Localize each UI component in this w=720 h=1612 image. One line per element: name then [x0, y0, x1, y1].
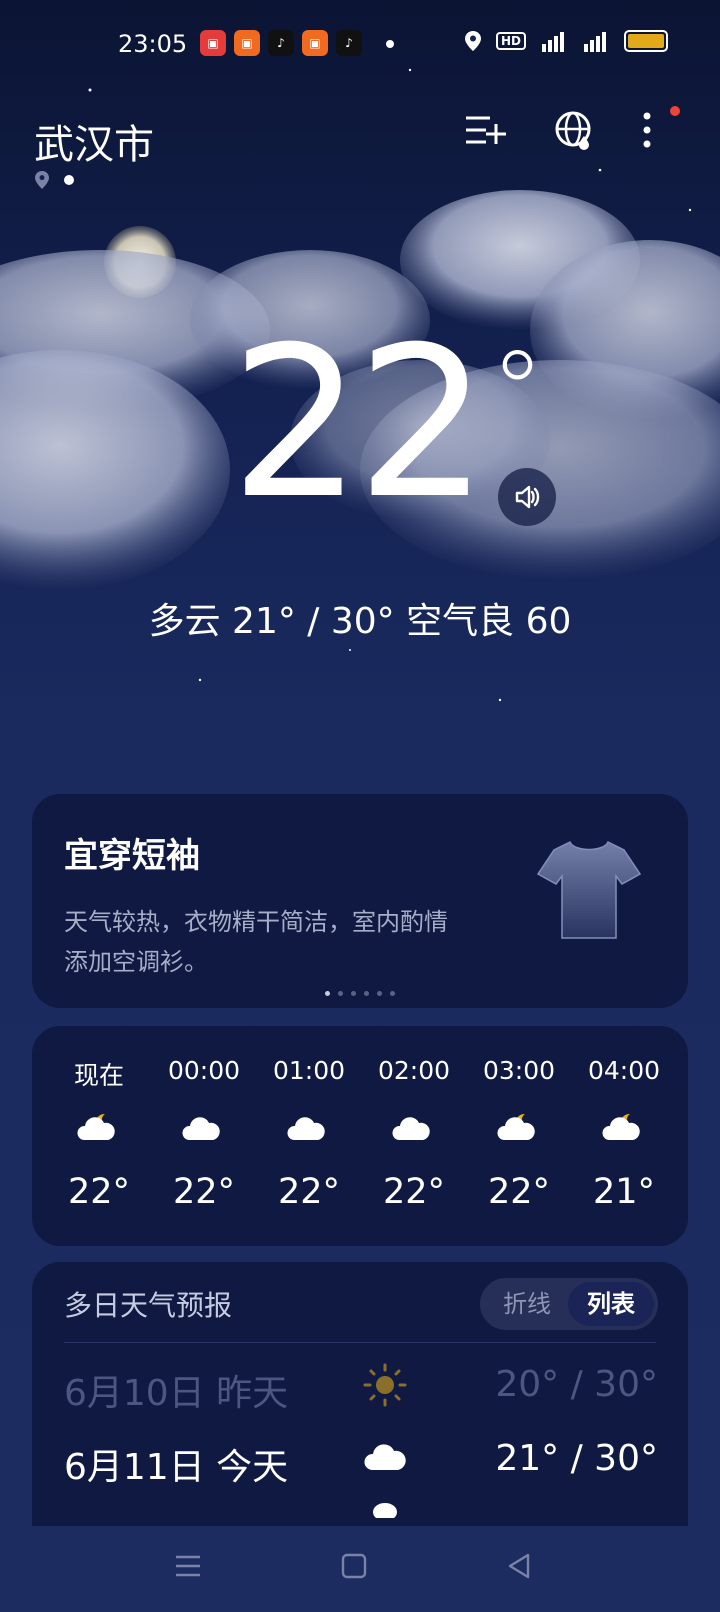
hourly-time: 04:00	[587, 1056, 661, 1085]
hourly-time: 01:00	[272, 1056, 346, 1085]
cloud-icon	[364, 1444, 406, 1470]
current-temperature: 22	[230, 303, 489, 545]
status-time: 23:05	[118, 30, 188, 58]
add-city-icon[interactable]	[464, 112, 506, 148]
toggle-list[interactable]: 列表	[568, 1282, 654, 1326]
toggle-line-chart[interactable]: 折线	[484, 1278, 570, 1330]
clothing-description: 天气较热，衣物精干简洁，室内酌情添加空调衫。	[64, 908, 448, 976]
hourly-time: 03:00	[482, 1056, 556, 1085]
cloud-icon	[373, 1503, 397, 1518]
hd-icon: HD	[495, 32, 526, 50]
daily-forecast-card[interactable]: 多日天气预报 折线 列表 6月10日 昨天 20° / 30° 6月11日 今天…	[32, 1262, 688, 1562]
notification-dot	[670, 106, 680, 116]
hourly-temp: 22°	[382, 1172, 446, 1212]
hourly-time: 00:00	[167, 1056, 241, 1085]
location-indicator	[34, 170, 74, 190]
system-nav-bar	[0, 1526, 720, 1612]
home-nav-icon[interactable]	[340, 1552, 368, 1580]
hourly-time: 现在	[73, 1061, 124, 1090]
clothing-suggestion-card[interactable]: 宜穿短袖 天气较热，衣物精干简洁，室内酌情添加空调衫。	[32, 794, 688, 1008]
more-notifications-dot	[386, 40, 394, 48]
notification-icons: ▣ ▣ ♪ ▣ ♪	[200, 30, 362, 56]
card-pager	[32, 991, 688, 996]
cloudy-night-icon	[602, 1113, 640, 1140]
cloud-icon	[392, 1117, 430, 1140]
clothing-title: 宜穿短袖	[64, 836, 200, 876]
hourly-temp: 22°	[277, 1172, 341, 1212]
cloud-icon	[287, 1117, 325, 1140]
daily-row[interactable]: 6月11日 今天 21° / 30°	[32, 1426, 688, 1496]
speaker-icon	[515, 485, 540, 509]
hourly-temp: 22°	[487, 1172, 551, 1212]
app-notification-icon: ▣	[302, 30, 328, 56]
signal-icon	[542, 32, 564, 52]
globe-icon[interactable]	[554, 110, 594, 150]
daily-row[interactable]: 6月10日 昨天 20° / 30°	[32, 1352, 688, 1422]
sun-icon	[363, 1363, 407, 1407]
daily-temp-range: 21° / 30°	[495, 1438, 658, 1479]
tiktok-icon: ♪	[336, 30, 362, 56]
tshirt-icon	[536, 840, 642, 939]
hourly-temp: 21°	[592, 1172, 656, 1212]
daily-date: 6月11日 今天	[64, 1447, 289, 1488]
cloudy-night-icon	[497, 1113, 535, 1140]
cloudy-night-icon	[77, 1113, 115, 1140]
location-pin-icon	[35, 171, 49, 189]
battery-icon	[624, 30, 668, 52]
view-toggle[interactable]: 折线 列表	[480, 1278, 658, 1330]
daily-forecast-title: 多日天气预报	[64, 1289, 233, 1322]
app-notification-icon: ▣	[200, 30, 226, 56]
more-options-icon[interactable]	[642, 110, 652, 150]
signal-icon	[584, 32, 606, 52]
status-bar: 23:05 ▣ ▣ ♪ ▣ ♪ HD	[0, 0, 720, 90]
hourly-temp: 22°	[172, 1172, 236, 1212]
voice-broadcast-button[interactable]	[498, 468, 556, 526]
location-icon	[464, 31, 481, 51]
header-actions	[464, 110, 652, 150]
degree-symbol: °	[490, 327, 545, 455]
city-name[interactable]: 武汉市	[34, 112, 154, 170]
hourly-temp: 22°	[67, 1172, 131, 1212]
cloud-icon	[182, 1117, 220, 1140]
hourly-time: 02:00	[377, 1056, 451, 1085]
hourly-forecast-card[interactable]: 现在 22° 00:00 22° 01:00 22° 02:00 22° 03:00 22° 04:…	[32, 1026, 688, 1246]
app-notification-icon: ▣	[234, 30, 260, 56]
status-right: HD	[464, 30, 668, 52]
daily-temp-range: 20° / 30°	[495, 1364, 658, 1405]
divider	[64, 1342, 656, 1343]
daily-date: 6月10日 昨天	[64, 1373, 289, 1414]
tiktok-icon: ♪	[268, 30, 294, 56]
page-dot	[64, 175, 74, 185]
back-nav-icon[interactable]	[506, 1552, 534, 1580]
weather-summary[interactable]: 多云 21° / 30° 空气良 60	[0, 592, 720, 644]
menu-nav-icon[interactable]	[174, 1552, 202, 1580]
